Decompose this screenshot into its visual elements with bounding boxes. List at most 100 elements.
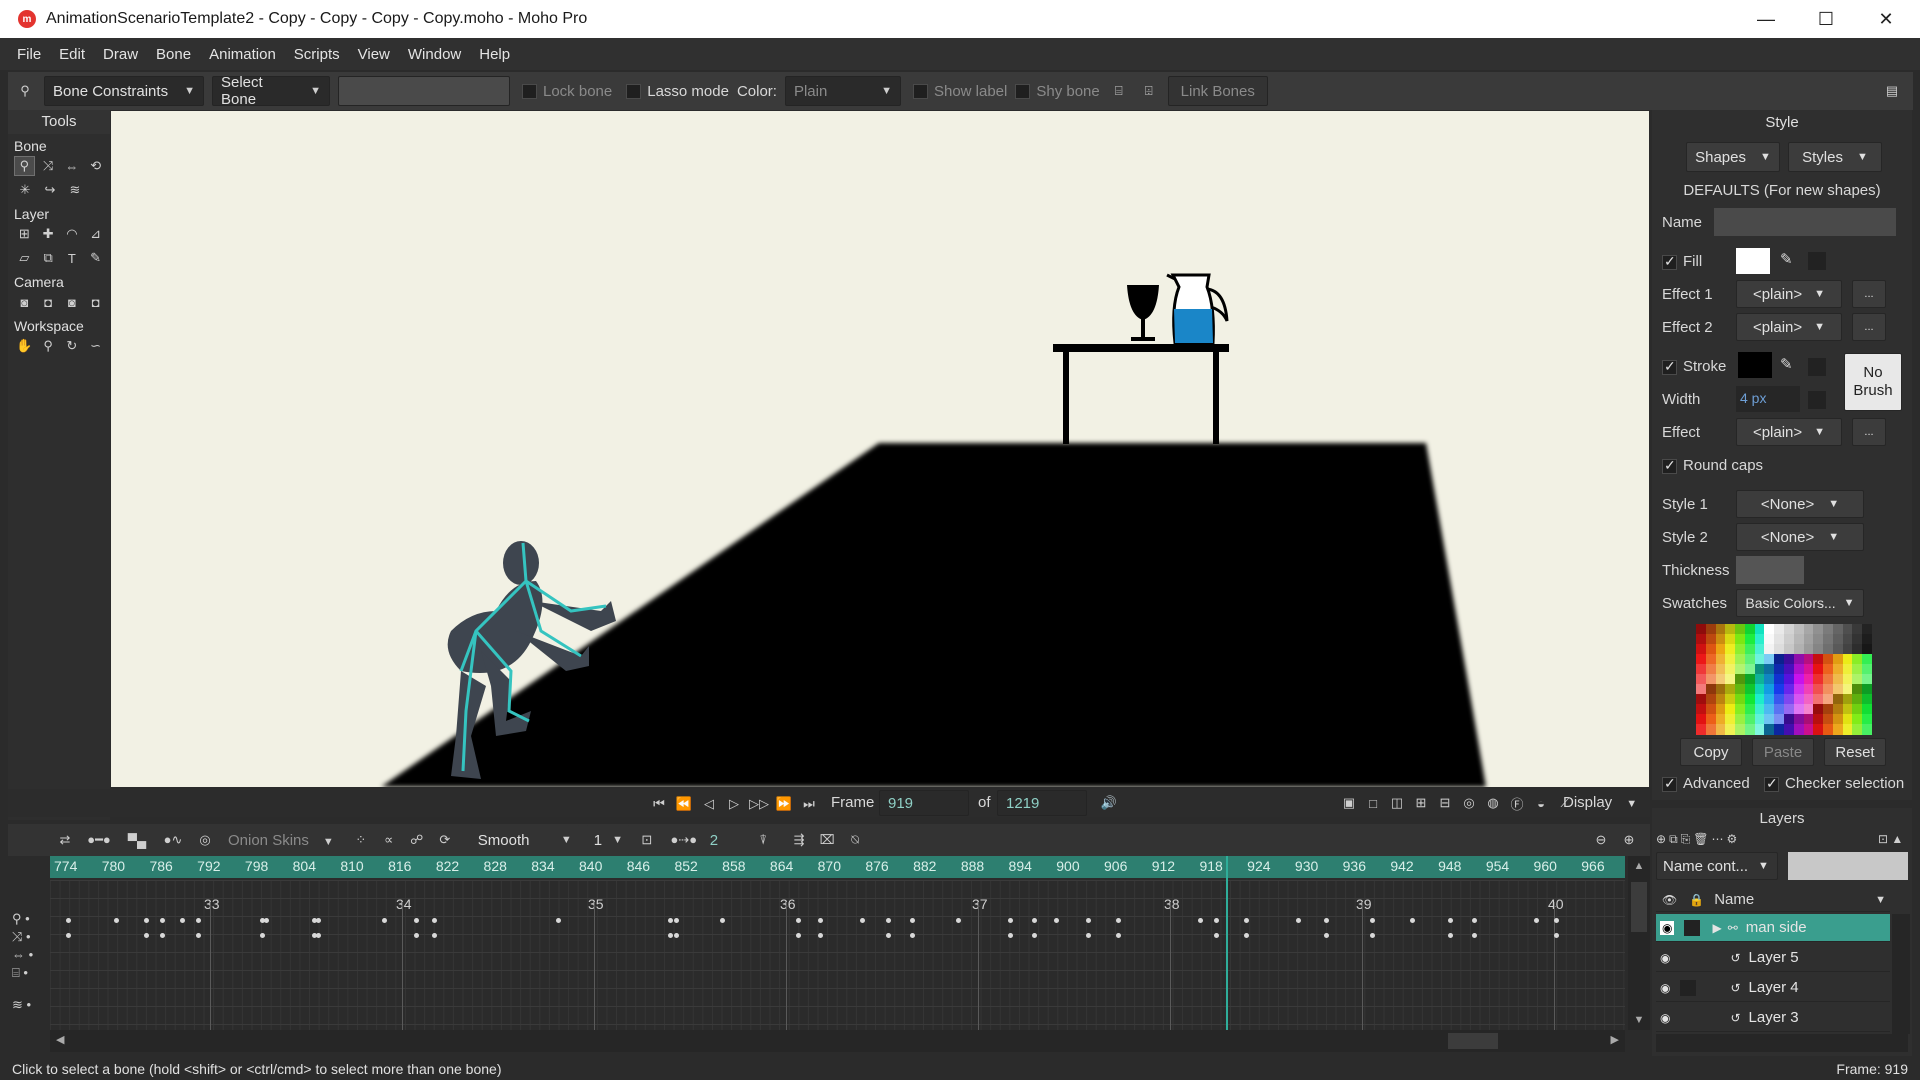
color-swatch[interactable] (1813, 684, 1824, 695)
scroll-down-icon[interactable]: ▼ (1628, 1014, 1650, 1026)
color-swatch[interactable] (1715, 634, 1726, 645)
camera-channels-icon[interactable]: ⌧ (816, 829, 838, 851)
round-caps-checkbox[interactable]: Round caps (1662, 457, 1763, 474)
select-bone-dropdown[interactable]: Select Bone ▼ (212, 74, 330, 108)
keyframe[interactable] (1370, 918, 1375, 923)
bone-strength-channel-icon[interactable]: ≋ • (12, 996, 33, 1014)
keyframe[interactable] (1032, 933, 1037, 938)
effect-dropdown[interactable]: <plain> ▼ (1736, 418, 1842, 446)
color-swatch[interactable] (1705, 714, 1717, 725)
color-swatch[interactable] (1715, 704, 1726, 715)
color-swatch[interactable] (1823, 684, 1834, 695)
color-swatch[interactable] (1725, 704, 1736, 715)
bone-channel-icon[interactable]: ⌸ • (12, 964, 33, 982)
color-swatch[interactable] (1744, 654, 1756, 665)
expand-arrow-icon[interactable]: ▶ (1712, 921, 1721, 935)
advanced-checkbox[interactable]: Advanced (1662, 775, 1750, 792)
color-swatch[interactable] (1774, 694, 1785, 705)
keyframe[interactable] (1472, 933, 1477, 938)
keyframe[interactable] (144, 918, 149, 923)
keyframe-box-icon[interactable]: ⊡ (636, 829, 658, 851)
keyframe[interactable] (910, 918, 915, 923)
scroll-up-icon[interactable]: ▲ (1628, 860, 1650, 872)
color-swatch[interactable] (1832, 724, 1844, 735)
no-brush-button[interactable]: No Brush (1844, 353, 1902, 411)
playhead[interactable] (1226, 856, 1228, 1030)
keyframe[interactable] (196, 918, 201, 923)
keyframe[interactable] (1324, 918, 1329, 923)
keyframe[interactable] (796, 933, 801, 938)
color-swatch[interactable] (1862, 684, 1873, 695)
color-swatch[interactable] (1754, 704, 1765, 715)
name-column-header[interactable]: Name (1714, 891, 1754, 908)
color-swatch[interactable] (1735, 684, 1746, 695)
style-name-input[interactable] (1714, 208, 1896, 236)
keyframe[interactable] (886, 918, 891, 923)
color-swatch[interactable] (1813, 674, 1824, 685)
split-view-icon[interactable]: ◫ (1386, 792, 1408, 814)
color-swatch[interactable] (1832, 704, 1844, 715)
ease-keys-icon[interactable]: ●⇢● (664, 829, 704, 851)
color-swatch[interactable] (1813, 694, 1824, 705)
color-swatch[interactable] (1842, 704, 1853, 715)
interpolation-dropdown[interactable]: Smooth ▼ (469, 825, 580, 855)
color-swatch[interactable] (1735, 624, 1746, 635)
safe-area-icon[interactable]: ▣ (1338, 792, 1360, 814)
color-swatch[interactable] (1813, 644, 1824, 655)
color-swatch[interactable] (1803, 714, 1814, 725)
keyframe[interactable] (382, 918, 387, 923)
color-swatch[interactable] (1715, 694, 1726, 705)
keyframe[interactable] (66, 933, 71, 938)
fill-alpha-swatch[interactable] (1808, 252, 1826, 270)
thickness-input[interactable] (1736, 556, 1804, 584)
keyframe[interactable] (720, 918, 725, 923)
stroke-eyedropper-icon[interactable]: ✎ (1780, 355, 1793, 373)
color-swatch[interactable] (1764, 664, 1775, 675)
layer-lock-toggle[interactable] (1680, 979, 1697, 996)
color-swatch[interactable] (1696, 674, 1707, 685)
rewind-start-icon[interactable]: ⏮ (648, 793, 670, 815)
menu-draw[interactable]: Draw (94, 46, 147, 63)
color-swatch[interactable] (1813, 654, 1824, 665)
keyframe[interactable] (1448, 933, 1453, 938)
color-swatch[interactable] (1852, 664, 1863, 675)
color-swatch[interactable] (1813, 634, 1824, 645)
color-swatch[interactable] (1793, 624, 1805, 635)
next-keyframe-icon[interactable]: ⏩ (773, 793, 795, 815)
color-swatch[interactable] (1764, 624, 1775, 635)
color-swatch[interactable] (1862, 634, 1873, 645)
single-view-icon[interactable]: □ (1362, 792, 1384, 814)
step-back-icon[interactable]: ◁ (698, 793, 720, 815)
keys-grid-icon[interactable]: ⁘ (350, 829, 372, 851)
color-swatch[interactable] (1725, 724, 1736, 735)
keyframe[interactable] (1214, 933, 1219, 938)
forward-end-icon[interactable]: ⏭ (798, 793, 820, 815)
color-swatch[interactable] (1784, 684, 1795, 695)
color-swatch[interactable] (1764, 674, 1775, 685)
channel-mode-icon[interactable]: ▀▄ (122, 829, 152, 851)
fill-eyedropper-icon[interactable]: ✎ (1780, 250, 1793, 268)
color-swatch[interactable] (1842, 674, 1853, 685)
color-swatch[interactable] (1774, 654, 1785, 665)
menu-bone[interactable]: Bone (147, 46, 200, 63)
bone-keys-icon[interactable]: ∝ (378, 829, 400, 851)
color-swatch[interactable] (1744, 704, 1756, 715)
color-swatch[interactable] (1823, 664, 1834, 675)
color-swatch[interactable] (1735, 634, 1746, 645)
color-swatch[interactable] (1784, 624, 1795, 635)
color-swatch[interactable] (1725, 654, 1736, 665)
color-swatch[interactable] (1696, 684, 1707, 695)
color-swatch[interactable] (1784, 694, 1795, 705)
color-swatch[interactable] (1852, 624, 1863, 635)
keyframe-mode-icon[interactable]: ●━● (82, 829, 116, 851)
color-swatch[interactable] (1725, 644, 1736, 655)
bone-channel-icon[interactable]: ⤨ • (12, 928, 33, 946)
color-swatch[interactable] (1744, 724, 1756, 735)
color-swatch[interactable] (1842, 624, 1853, 635)
color-swatch[interactable] (1715, 674, 1726, 685)
show-label-checkbox[interactable]: Show label (912, 83, 1007, 100)
bone-strength-tool-icon[interactable]: ≋ (64, 180, 86, 200)
keyframe[interactable] (414, 933, 419, 938)
color-swatch[interactable] (1744, 694, 1756, 705)
color-swatch[interactable] (1696, 694, 1707, 705)
